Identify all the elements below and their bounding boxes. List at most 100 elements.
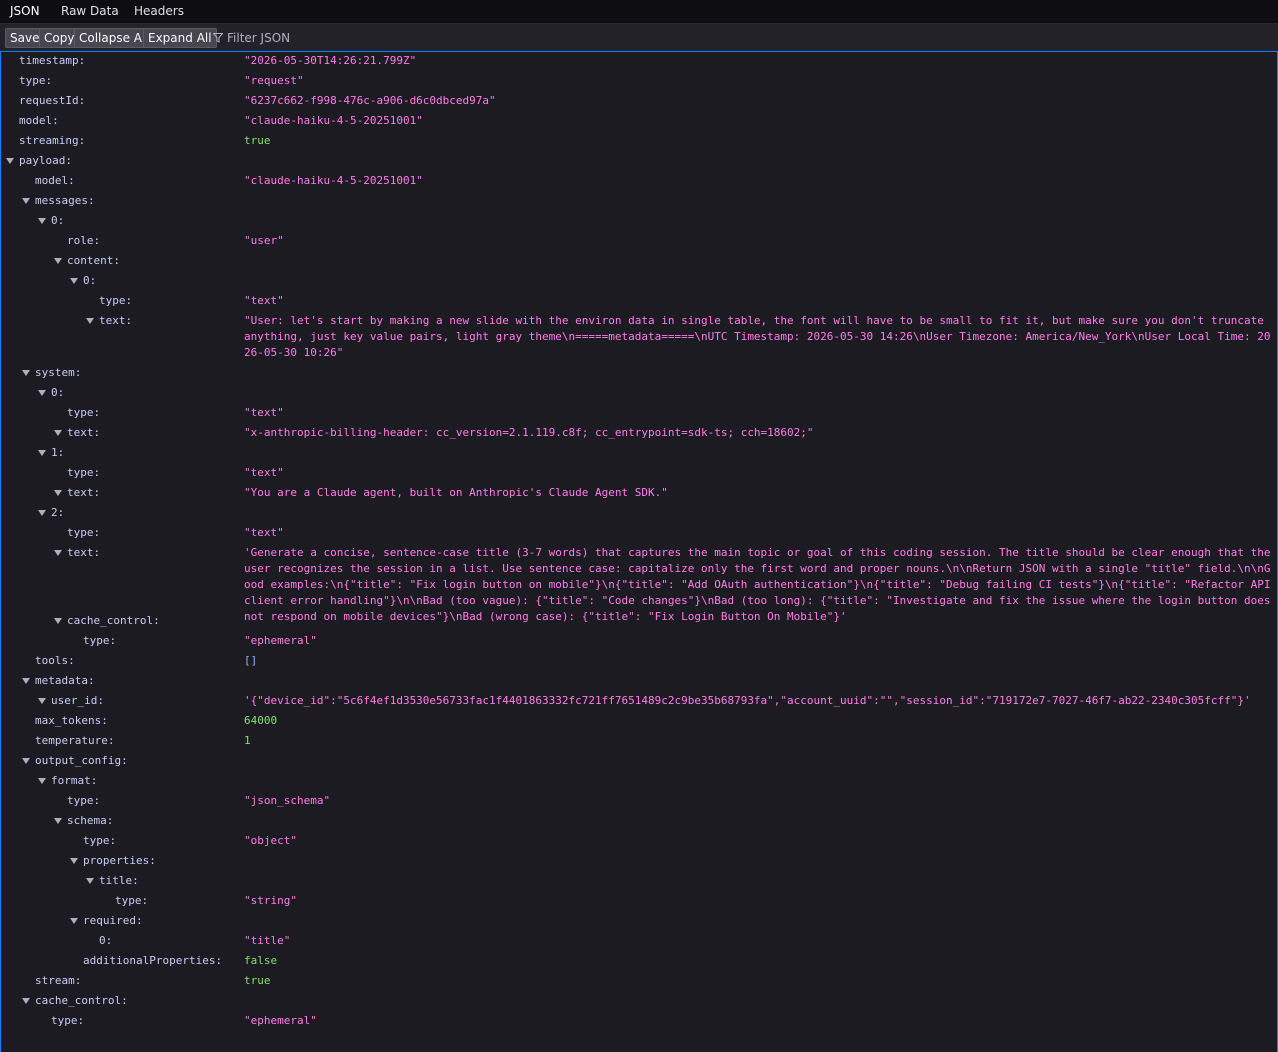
json-row: stream: true (1, 973, 1277, 989)
json-key: title: (99, 874, 139, 887)
expand-toggle-icon[interactable] (22, 758, 30, 764)
expand-toggle-icon[interactable] (38, 218, 46, 224)
expand-toggle-icon[interactable] (54, 818, 62, 824)
json-row[interactable]: schema: (1, 813, 1277, 829)
expand-toggle-icon[interactable] (54, 430, 62, 436)
json-value: "text" (244, 466, 284, 479)
expand-toggle-icon[interactable] (54, 618, 62, 624)
json-value: "string" (244, 894, 297, 907)
json-key: model: (35, 174, 75, 187)
toolbar-divider (205, 29, 206, 47)
json-value: "text" (244, 406, 284, 419)
tab-json[interactable]: JSON (0, 0, 50, 25)
json-key: schema: (67, 814, 114, 827)
expand-toggle-icon[interactable] (70, 918, 78, 924)
expand-toggle-icon[interactable] (86, 318, 94, 324)
json-row: type: "ephemeral" (1, 1013, 1277, 1029)
tab-headers[interactable]: Headers (124, 0, 194, 24)
collapse-all-button[interactable]: Collapse All (74, 28, 154, 48)
json-row[interactable]: text: "x-anthropic-billing-header: cc_ver… (1, 425, 1277, 441)
expand-toggle-icon[interactable] (38, 390, 46, 396)
json-key: format: (51, 774, 98, 787)
json-row: type: "json_schema" (1, 793, 1277, 809)
json-row[interactable]: 1: (1, 445, 1277, 461)
expand-toggle-icon[interactable] (38, 778, 46, 784)
json-row[interactable]: required: (1, 913, 1277, 929)
json-value: "ephemeral" (244, 634, 317, 647)
json-row: additionalProperties: false (1, 953, 1277, 969)
json-row[interactable]: properties: (1, 853, 1277, 869)
json-row: type: "text" (1, 293, 1277, 309)
json-row[interactable]: 0: (1, 385, 1277, 401)
expand-toggle-icon[interactable] (54, 490, 62, 496)
json-value: "json_schema" (244, 794, 331, 807)
expand-toggle-icon[interactable] (38, 510, 46, 516)
json-value: "6237c662-f998-476c-a906-d6c0dbced97a" (244, 94, 496, 107)
expand-toggle-icon[interactable] (22, 198, 30, 204)
json-row[interactable]: text: "User: let's start by making a new … (1, 313, 1277, 359)
tab-raw-data[interactable]: Raw Data (51, 0, 129, 24)
expand-toggle-icon[interactable] (22, 370, 30, 376)
json-key: metadata: (35, 674, 95, 687)
json-row[interactable]: metadata: (1, 673, 1277, 689)
json-row: temperature: 1 (1, 733, 1277, 749)
json-row[interactable]: user_id: '{"device_id":"5c6f4ef1d3530e567… (1, 693, 1277, 709)
expand-toggle-icon[interactable] (70, 278, 78, 284)
json-key: type: (115, 894, 149, 907)
expand-toggle-icon[interactable] (54, 258, 62, 264)
expand-toggle-icon[interactable] (22, 998, 30, 1004)
expand-toggle-icon[interactable] (70, 858, 78, 864)
json-key: user_id: (51, 694, 104, 707)
json-row: timestamp: "2026-05-30T14:26:21.799Z" (1, 53, 1277, 69)
json-key: additionalProperties: (83, 954, 223, 967)
json-key: type: (83, 834, 117, 847)
json-row: type: "text" (1, 465, 1277, 481)
json-row[interactable]: messages: (1, 193, 1277, 209)
json-value: "User: let's start by making a new slide… (244, 314, 1271, 359)
json-key: type: (67, 466, 101, 479)
expand-toggle-icon[interactable] (86, 878, 94, 884)
expand-toggle-icon[interactable] (38, 698, 46, 704)
json-key: type: (19, 74, 53, 87)
json-row[interactable]: 0: (1, 273, 1277, 289)
json-key: 0: (51, 386, 65, 399)
json-key: stream: (35, 974, 82, 987)
json-row[interactable]: cache_control: (1, 993, 1277, 1009)
expand-toggle-icon[interactable] (6, 158, 14, 164)
json-key: output_config: (35, 754, 128, 767)
json-row[interactable]: cache_control: (1, 613, 1277, 629)
json-row[interactable]: output_config: (1, 753, 1277, 769)
expand-toggle-icon[interactable] (54, 550, 62, 556)
json-value: "ephemeral" (244, 1014, 317, 1027)
json-row[interactable]: 2: (1, 505, 1277, 521)
json-row: type: "object" (1, 833, 1277, 849)
json-row[interactable]: text: "You are a Claude agent, built on A… (1, 485, 1277, 501)
json-key: model: (19, 114, 59, 127)
json-row[interactable]: content: (1, 253, 1277, 269)
filter-input[interactable] (227, 29, 447, 47)
expand-toggle-icon[interactable] (38, 450, 46, 456)
json-row[interactable]: system: (1, 365, 1277, 381)
json-value: "claude-haiku-4-5-20251001" (244, 174, 423, 187)
filter-json[interactable] (213, 29, 453, 47)
json-row[interactable]: text: 'Generate a concise, sentence-case … (1, 545, 1277, 623)
json-row[interactable]: title: (1, 873, 1277, 889)
json-key: text: (99, 314, 133, 327)
toolbar: Save Copy Collapse All Expand All (0, 24, 1278, 51)
json-key: properties: (83, 854, 156, 867)
json-value: "x-anthropic-billing-header: cc_version=… (244, 426, 814, 439)
json-row[interactable]: format: (1, 773, 1277, 789)
json-row: model: "claude-haiku-4-5-20251001" (1, 173, 1277, 189)
json-row: model: "claude-haiku-4-5-20251001" (1, 113, 1277, 129)
expand-toggle-icon[interactable] (22, 678, 30, 684)
json-key: type: (99, 294, 133, 307)
json-key: 2: (51, 506, 65, 519)
json-key: 0: (83, 274, 97, 287)
json-key: 0: (51, 214, 65, 227)
json-row[interactable]: 0: (1, 213, 1277, 229)
json-row[interactable]: payload: (1, 153, 1277, 169)
json-value: "request" (244, 74, 304, 87)
json-key: payload: (19, 154, 72, 167)
json-key: messages: (35, 194, 95, 207)
json-key: type: (67, 794, 101, 807)
